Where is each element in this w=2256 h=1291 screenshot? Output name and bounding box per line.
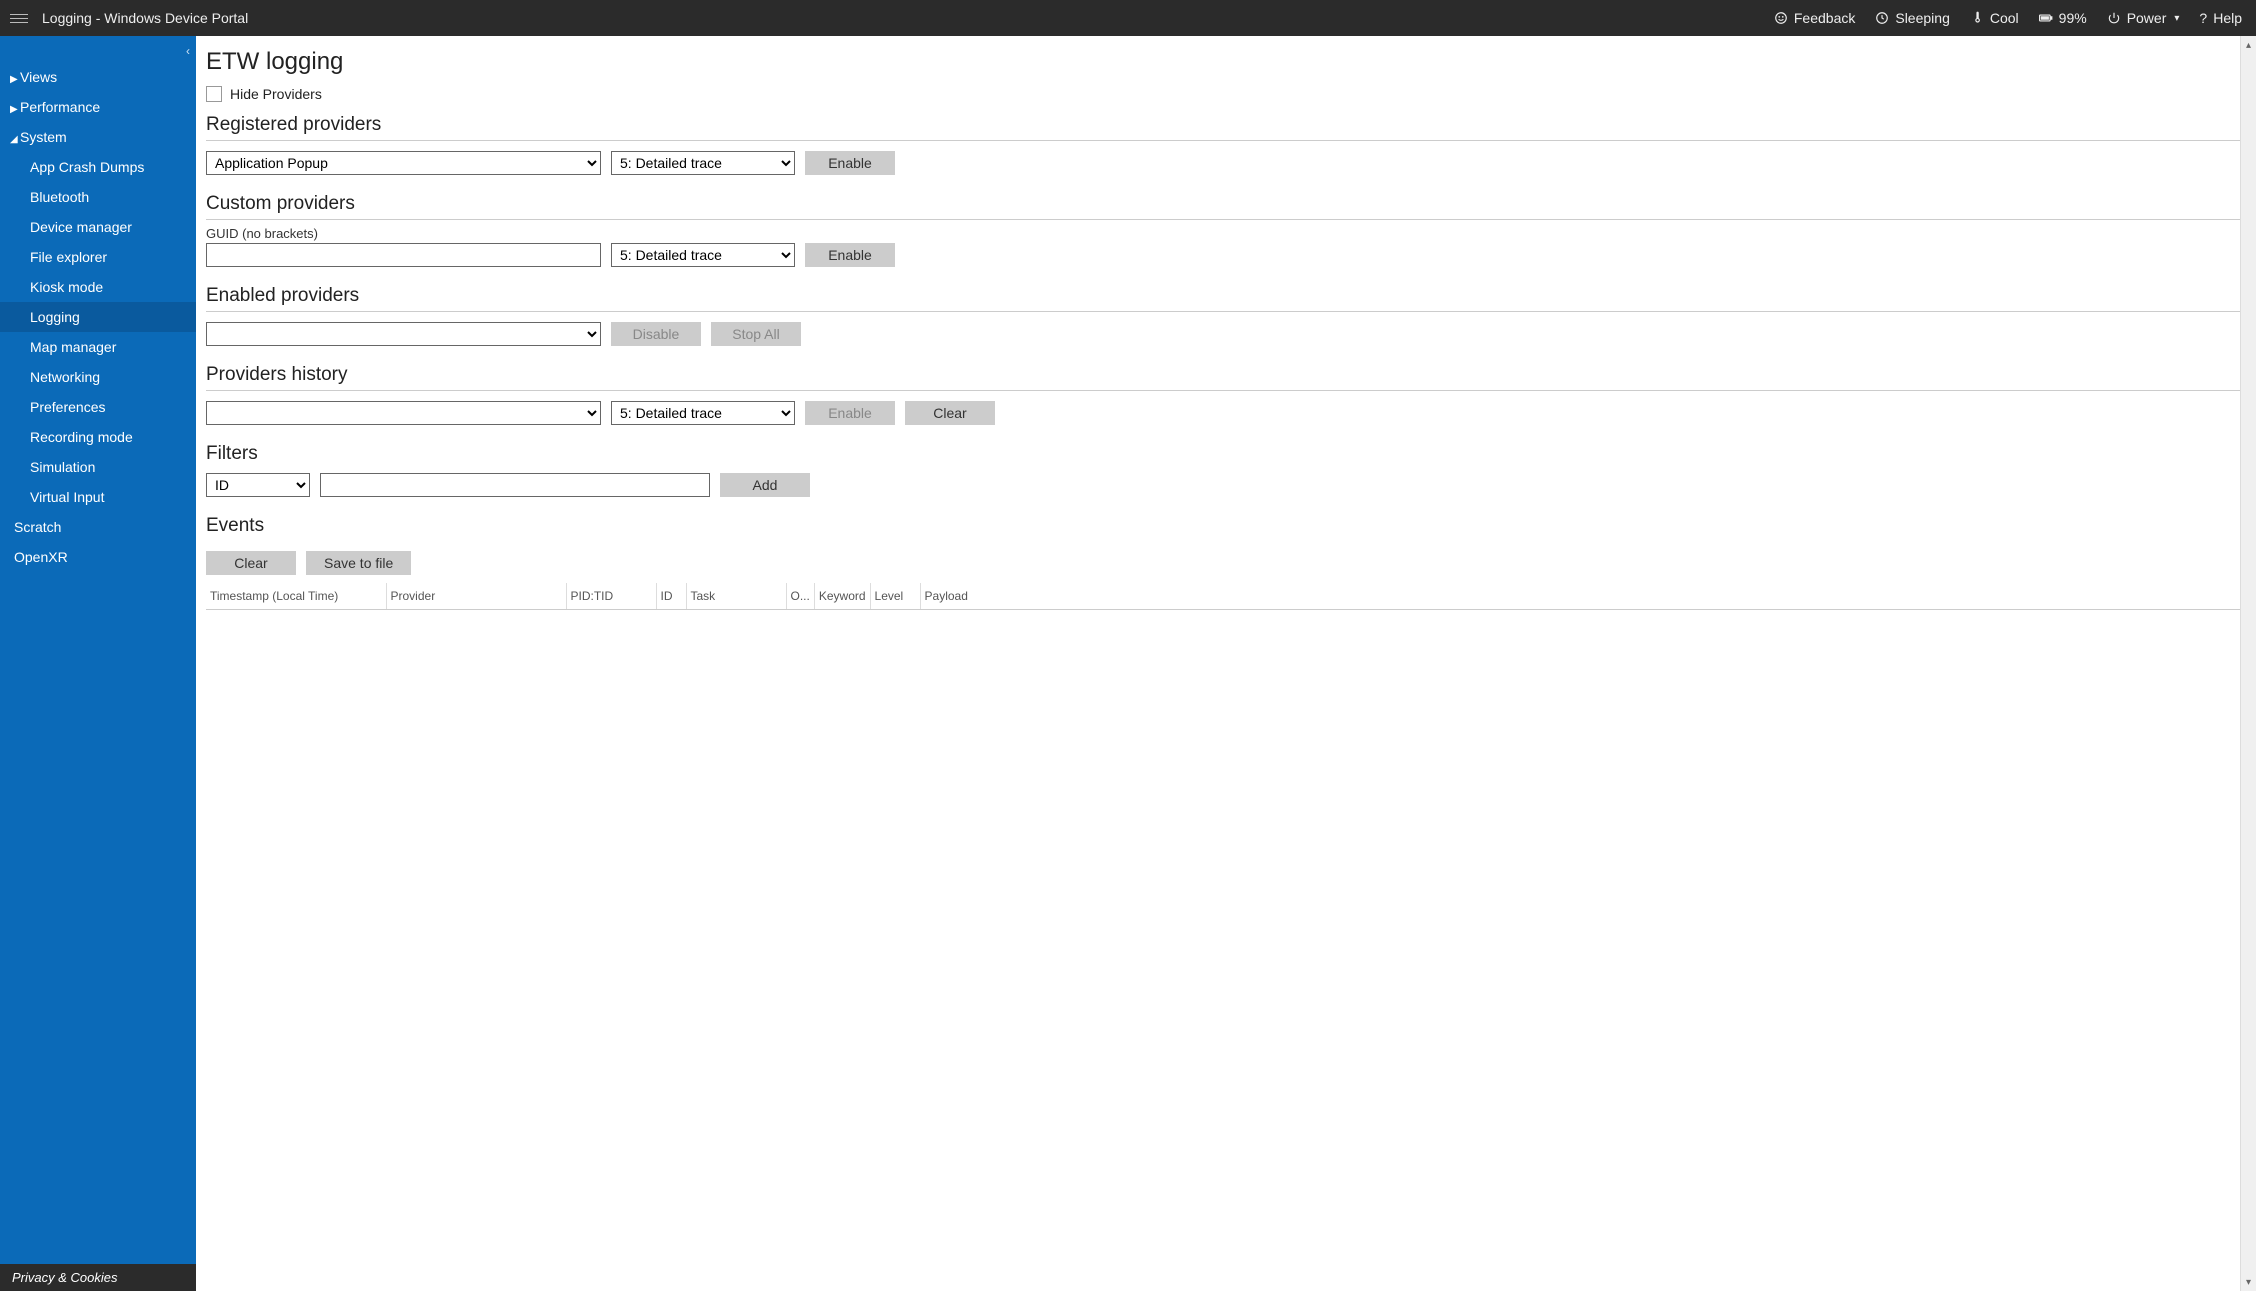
question-icon: ? (2199, 10, 2207, 26)
sidebar-group-system[interactable]: ◢System (0, 122, 196, 152)
events-col-level[interactable]: Level (870, 583, 920, 610)
events-col-payload[interactable]: Payload (920, 583, 2244, 610)
help-button[interactable]: ? Help (2199, 10, 2242, 26)
page-title: ETW logging (206, 48, 2244, 76)
history-clear-button[interactable]: Clear (905, 401, 995, 425)
sidebar-item-recording-mode[interactable]: Recording mode (0, 422, 196, 452)
sidebar-item-map-manager[interactable]: Map manager (0, 332, 196, 362)
power-menu[interactable]: Power ▾ (2107, 10, 2180, 26)
filter-value-input[interactable] (320, 473, 710, 497)
events-col-task[interactable]: Task (686, 583, 786, 610)
battery-icon (2039, 11, 2053, 25)
events-clear-button[interactable]: Clear (206, 551, 296, 575)
events-table: Timestamp (Local Time) Provider PID:TID … (206, 583, 2244, 610)
scroll-down-icon[interactable]: ▾ (2241, 1273, 2256, 1291)
sidebar-item-scratch[interactable]: Scratch (0, 512, 196, 542)
window-title: Logging - Windows Device Portal (42, 10, 248, 26)
events-heading: Events (206, 515, 2244, 541)
sidebar-item-openxr[interactable]: OpenXR (0, 542, 196, 572)
events-col-pidtid[interactable]: PID:TID (566, 583, 656, 610)
registered-enable-button[interactable]: Enable (805, 151, 895, 175)
sidebar-item-networking[interactable]: Networking (0, 362, 196, 392)
sidebar-item-file-explorer[interactable]: File explorer (0, 242, 196, 272)
custom-guid-input[interactable] (206, 243, 601, 267)
scroll-up-icon[interactable]: ▴ (2241, 36, 2256, 54)
sidebar-group-views[interactable]: ▶Views (0, 62, 196, 92)
sidebar-group-performance[interactable]: ▶Performance (0, 92, 196, 122)
registered-level-select[interactable]: 5: Detailed trace (611, 151, 795, 175)
battery-status[interactable]: 99% (2039, 10, 2087, 26)
events-save-button[interactable]: Save to file (306, 551, 411, 575)
vertical-scrollbar[interactable]: ▴ ▾ (2240, 36, 2256, 1291)
history-enable-button[interactable]: Enable (805, 401, 895, 425)
sidebar-item-simulation[interactable]: Simulation (0, 452, 196, 482)
disable-button[interactable]: Disable (611, 322, 701, 346)
history-level-select[interactable]: 5: Detailed trace (611, 401, 795, 425)
sidebar: ‹ ▶Views ▶Performance ◢System App Crash … (0, 36, 196, 1291)
privacy-cookies-link[interactable]: Privacy & Cookies (0, 1264, 196, 1291)
events-col-keyword[interactable]: Keyword (814, 583, 870, 610)
filter-field-select[interactable]: ID (206, 473, 310, 497)
sidebar-item-app-crash-dumps[interactable]: App Crash Dumps (0, 152, 196, 182)
filter-add-button[interactable]: Add (720, 473, 810, 497)
history-provider-select[interactable] (206, 401, 601, 425)
main-content: ETW logging Hide Providers Registered pr… (196, 36, 2256, 1291)
thermometer-icon (1970, 11, 1984, 25)
top-bar: Logging - Windows Device Portal Feedback… (0, 0, 2256, 36)
custom-enable-button[interactable]: Enable (805, 243, 895, 267)
temperature-status[interactable]: Cool (1970, 10, 2019, 26)
custom-providers-heading: Custom providers (206, 193, 2244, 220)
enabled-provider-select[interactable] (206, 322, 601, 346)
stop-all-button[interactable]: Stop All (711, 322, 801, 346)
events-col-provider[interactable]: Provider (386, 583, 566, 610)
registered-providers-heading: Registered providers (206, 114, 2244, 141)
sidebar-item-preferences[interactable]: Preferences (0, 392, 196, 422)
smile-icon (1774, 11, 1788, 25)
sleep-status[interactable]: Sleeping (1875, 10, 1950, 26)
sidebar-item-kiosk-mode[interactable]: Kiosk mode (0, 272, 196, 302)
sidebar-item-device-manager[interactable]: Device manager (0, 212, 196, 242)
hamburger-icon[interactable] (10, 14, 28, 23)
sidebar-item-logging[interactable]: Logging (0, 302, 196, 332)
events-col-timestamp[interactable]: Timestamp (Local Time) (206, 583, 386, 610)
power-icon (2107, 11, 2121, 25)
hide-providers-checkbox[interactable] (206, 86, 222, 102)
clock-icon (1875, 11, 1889, 25)
sidebar-item-bluetooth[interactable]: Bluetooth (0, 182, 196, 212)
chevron-down-icon: ▾ (2174, 13, 2179, 24)
filters-heading: Filters (206, 443, 2244, 469)
custom-level-select[interactable]: 5: Detailed trace (611, 243, 795, 267)
sidebar-item-virtual-input[interactable]: Virtual Input (0, 482, 196, 512)
enabled-providers-heading: Enabled providers (206, 285, 2244, 312)
registered-provider-select[interactable]: Application Popup (206, 151, 601, 175)
hide-providers-label: Hide Providers (230, 86, 322, 102)
feedback-button[interactable]: Feedback (1774, 10, 1855, 26)
providers-history-heading: Providers history (206, 364, 2244, 391)
guid-label: GUID (no brackets) (206, 226, 2244, 241)
events-col-opcode[interactable]: O... (786, 583, 814, 610)
collapse-sidebar-icon[interactable]: ‹ (186, 44, 190, 58)
events-col-id[interactable]: ID (656, 583, 686, 610)
